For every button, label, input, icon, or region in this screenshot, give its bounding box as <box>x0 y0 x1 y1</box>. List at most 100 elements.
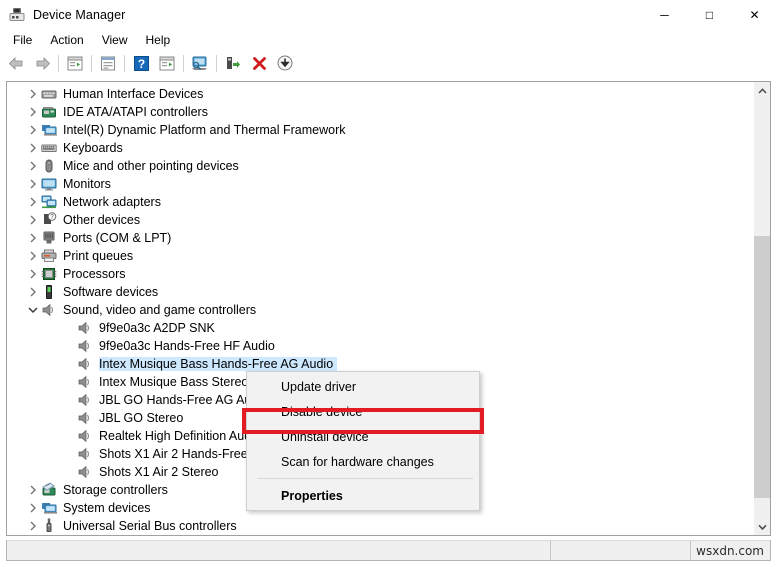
tree-item-label: Intex Musique Bass Stereo <box>99 375 249 389</box>
close-button[interactable]: ✕ <box>732 0 777 30</box>
tree-item[interactable]: 9f9e0a3c Hands-Free HF Audio <box>7 337 752 355</box>
mouse-icon <box>45 159 53 173</box>
context-menu-separator <box>257 478 473 479</box>
system-device-icon <box>41 122 58 138</box>
tree-item[interactable]: Keyboards <box>7 139 752 157</box>
status-cell-3: wsxdn.com <box>690 541 770 560</box>
show-hide-action-pane-button[interactable] <box>155 52 179 74</box>
minimize-button[interactable]: ─ <box>642 0 687 30</box>
scrollbar-thumb[interactable] <box>754 236 770 498</box>
ctx-uninstall-device[interactable]: Uninstall device <box>247 424 479 449</box>
speaker-icon <box>78 411 89 425</box>
chevron-right-icon[interactable] <box>25 230 41 246</box>
help-button[interactable]: ? <box>129 52 153 74</box>
chevron-right-icon[interactable] <box>25 500 41 516</box>
uninstall-device-button[interactable] <box>247 52 271 74</box>
mouse-icon <box>41 158 58 174</box>
tree-item[interactable]: Human Interface Devices <box>7 85 752 103</box>
chevron-right-icon[interactable] <box>25 518 41 534</box>
network-adapter-icon <box>41 195 57 209</box>
menu-action[interactable]: Action <box>41 31 92 49</box>
vertical-scrollbar[interactable] <box>753 82 770 535</box>
processor-icon <box>41 268 57 280</box>
context-menu[interactable]: Update driver Disable device Uninstall dev… <box>246 371 480 511</box>
toolbar-separator <box>216 54 217 72</box>
tree-item[interactable]: Ports (COM & LPT) <box>7 229 752 247</box>
maximize-button[interactable]: □ <box>687 0 732 30</box>
scan-for-hardware-changes-button[interactable] <box>188 52 212 74</box>
tree-item-label: Mice and other pointing devices <box>63 159 239 173</box>
properties-window-icon <box>101 56 115 70</box>
tree-item[interactable]: Network adapters <box>7 193 752 211</box>
tree-item[interactable]: Sound, video and game controllers <box>7 301 752 319</box>
tree-item[interactable]: Monitors <box>7 175 752 193</box>
speaker-icon <box>78 393 89 407</box>
chevron-right-icon[interactable] <box>25 284 41 300</box>
scroll-down-button[interactable] <box>754 518 770 535</box>
forward-button[interactable] <box>30 52 54 74</box>
keyboard-icon <box>41 140 58 156</box>
system-device-icon <box>42 503 57 514</box>
network-adapter-icon <box>41 194 58 210</box>
toolbar-separator <box>124 54 125 72</box>
speaker-icon <box>42 303 53 317</box>
chevron-down-icon <box>758 524 767 530</box>
tree-item-label: Processors <box>63 267 126 281</box>
show-hide-console-tree-button[interactable] <box>63 52 87 74</box>
chevron-right-icon[interactable] <box>25 248 41 264</box>
disable-device-button[interactable] <box>273 52 297 74</box>
chevron-right-icon[interactable] <box>25 122 41 138</box>
chevron-right-icon[interactable] <box>25 482 41 498</box>
chevron-right-icon[interactable] <box>25 176 41 192</box>
hid-icon <box>41 90 57 99</box>
chevron-right-icon[interactable] <box>25 194 41 210</box>
menu-file[interactable]: File <box>4 31 41 49</box>
status-bar: wsxdn.com <box>6 540 771 561</box>
toolbar-separator <box>91 54 92 72</box>
usb-controller-icon <box>41 518 58 534</box>
chevron-right-icon[interactable] <box>25 158 41 174</box>
properties-button[interactable] <box>96 52 120 74</box>
chevron-down-icon[interactable] <box>25 302 41 318</box>
tree-item-label: Intel(R) Dynamic Platform and Thermal Fr… <box>63 123 346 137</box>
chevron-right-icon[interactable] <box>25 266 41 282</box>
status-cell-2 <box>550 541 690 560</box>
speaker-icon <box>77 410 94 426</box>
tree-item[interactable]: Universal Serial Bus controllers <box>7 517 752 535</box>
speaker-icon <box>78 339 89 353</box>
tree-item[interactable]: Processors <box>7 265 752 283</box>
ctx-properties[interactable]: Properties <box>247 483 479 508</box>
tree-item[interactable]: Mice and other pointing devices <box>7 157 752 175</box>
speaker-icon <box>77 464 94 480</box>
port-icon <box>43 231 55 244</box>
chevron-right-icon[interactable] <box>25 86 41 102</box>
tree-item[interactable]: Print queues <box>7 247 752 265</box>
tree-item[interactable]: Intel(R) Dynamic Platform and Thermal Fr… <box>7 121 752 139</box>
tree-item-label: Software devices <box>63 285 159 299</box>
chevron-right-icon[interactable] <box>25 140 41 156</box>
ide-controller-icon <box>42 107 56 118</box>
tree-item-label: Storage controllers <box>63 483 168 497</box>
speaker-icon <box>77 320 94 336</box>
back-button[interactable] <box>4 52 28 74</box>
tree-item[interactable]: Software devices <box>7 283 752 301</box>
svg-text:?: ? <box>137 57 144 71</box>
software-device-icon <box>41 284 58 300</box>
ctx-disable-device[interactable]: Disable device <box>247 399 479 424</box>
chevron-right-icon[interactable] <box>25 104 41 120</box>
tree-item[interactable]: ? Other devices <box>7 211 752 229</box>
ctx-scan-hardware-changes[interactable]: Scan for hardware changes <box>247 449 479 474</box>
tree-item[interactable]: IDE ATA/ATAPI controllers <box>7 103 752 121</box>
speaker-icon <box>77 356 94 372</box>
ctx-update-driver[interactable]: Update driver <box>247 374 479 399</box>
menu-help[interactable]: Help <box>137 31 180 49</box>
tree-item[interactable]: 9f9e0a3c A2DP SNK <box>7 319 752 337</box>
scroll-up-button[interactable] <box>754 82 770 99</box>
menu-view[interactable]: View <box>93 31 137 49</box>
chevron-right-icon[interactable] <box>25 212 41 228</box>
update-driver-button[interactable] <box>221 52 245 74</box>
